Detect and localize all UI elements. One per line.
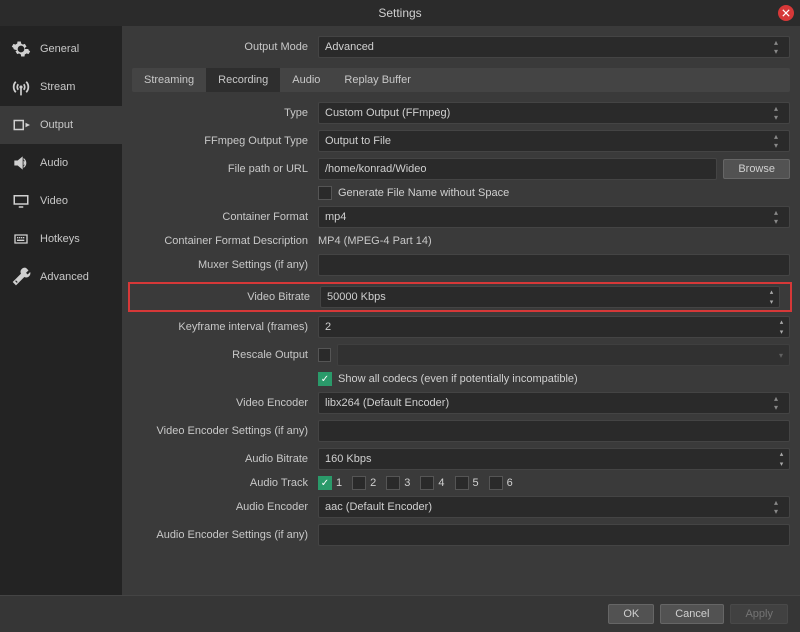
chevron-up-icon[interactable]: ▴ <box>764 287 779 297</box>
video-bitrate-input[interactable] <box>320 286 764 308</box>
track-2-checkbox[interactable] <box>352 476 366 490</box>
audio-bitrate-input[interactable] <box>318 448 774 470</box>
type-select[interactable]: Custom Output (FFmpeg)▴▾ <box>318 102 790 124</box>
sidebar-item-label: Output <box>40 119 73 131</box>
audio-encoder-label: Audio Encoder <box>132 501 318 513</box>
rescale-checkbox[interactable] <box>318 348 331 362</box>
file-path-input[interactable] <box>318 158 717 180</box>
sidebar-item-label: Audio <box>40 157 68 169</box>
apply-button[interactable]: Apply <box>730 604 788 624</box>
window-title: Settings <box>378 6 421 20</box>
muxer-label: Muxer Settings (if any) <box>132 259 318 271</box>
ok-button[interactable]: OK <box>608 604 654 624</box>
rescale-label: Rescale Output <box>132 349 318 361</box>
content-panel: Output Mode Advanced ▴▾ Streaming Record… <box>122 26 800 595</box>
audio-enc-settings-input[interactable] <box>318 524 790 546</box>
audio-enc-settings-label: Audio Encoder Settings (if any) <box>132 529 318 541</box>
tab-recording[interactable]: Recording <box>206 68 280 92</box>
sidebar-item-hotkeys[interactable]: Hotkeys <box>0 220 122 258</box>
output-mode-select[interactable]: Advanced ▴▾ <box>318 36 790 58</box>
output-mode-label: Output Mode <box>132 41 318 53</box>
sidebar-item-label: Stream <box>40 81 75 93</box>
keyframe-spinner[interactable]: ▴▾ <box>774 316 790 338</box>
video-enc-settings-input[interactable] <box>318 420 790 442</box>
audio-bitrate-spinner[interactable]: ▴▾ <box>774 448 790 470</box>
audio-bitrate-label: Audio Bitrate <box>132 453 318 465</box>
keyframe-label: Keyframe interval (frames) <box>132 321 318 333</box>
sidebar-item-audio[interactable]: Audio <box>0 144 122 182</box>
sidebar-item-general[interactable]: General <box>0 30 122 68</box>
chevron-up-icon[interactable]: ▴ <box>769 38 783 47</box>
video-encoder-select[interactable]: libx264 (Default Encoder)▴▾ <box>318 392 790 414</box>
show-codecs-checkbox[interactable] <box>318 372 332 386</box>
gear-icon <box>10 39 32 59</box>
sidebar-item-stream[interactable]: Stream <box>0 68 122 106</box>
tabs: Streaming Recording Audio Replay Buffer <box>132 68 790 92</box>
output-mode-row: Output Mode Advanced ▴▾ <box>122 26 800 64</box>
video-bitrate-row: Video Bitrate ▴▾ <box>128 282 792 312</box>
video-encoder-label: Video Encoder <box>132 397 318 409</box>
sidebar-item-label: Hotkeys <box>40 233 80 245</box>
tab-replay-buffer[interactable]: Replay Buffer <box>332 68 422 92</box>
sidebar-item-advanced[interactable]: Advanced <box>0 258 122 296</box>
track-5-checkbox[interactable] <box>455 476 469 490</box>
track-1-checkbox[interactable] <box>318 476 332 490</box>
type-label: Type <box>132 107 318 119</box>
titlebar: Settings <box>0 0 800 26</box>
ffmpeg-type-select[interactable]: Output to File▴▾ <box>318 130 790 152</box>
close-button[interactable] <box>778 5 794 21</box>
container-desc-value: MP4 (MPEG-4 Part 14) <box>318 234 432 248</box>
sidebar-item-label: General <box>40 43 79 55</box>
track-6-checkbox[interactable] <box>489 476 503 490</box>
keyboard-icon <box>10 229 32 249</box>
container-format-label: Container Format <box>132 211 318 223</box>
close-icon <box>782 9 790 17</box>
footer: OK Cancel Apply <box>0 595 800 632</box>
gen-filename-label: Generate File Name without Space <box>338 187 509 199</box>
video-bitrate-label: Video Bitrate <box>140 291 320 303</box>
antenna-icon <box>10 77 32 97</box>
track-4-checkbox[interactable] <box>420 476 434 490</box>
keyframe-input[interactable] <box>318 316 774 338</box>
tab-audio[interactable]: Audio <box>280 68 332 92</box>
muxer-input[interactable] <box>318 254 790 276</box>
video-enc-settings-label: Video Encoder Settings (if any) <box>132 425 318 437</box>
ffmpeg-type-label: FFmpeg Output Type <box>132 135 318 147</box>
tab-streaming[interactable]: Streaming <box>132 68 206 92</box>
output-icon <box>10 115 32 135</box>
audio-track-label: Audio Track <box>132 477 318 489</box>
sidebar: General Stream Output Audio Video Hotkey… <box>0 26 122 595</box>
browse-button[interactable]: Browse <box>723 159 790 179</box>
sidebar-item-output[interactable]: Output <box>0 106 122 144</box>
audio-encoder-select[interactable]: aac (Default Encoder)▴▾ <box>318 496 790 518</box>
chevron-down-icon[interactable]: ▾ <box>764 297 779 307</box>
container-desc-label: Container Format Description <box>132 235 318 247</box>
track-3-checkbox[interactable] <box>386 476 400 490</box>
sidebar-item-label: Video <box>40 195 68 207</box>
audio-icon <box>10 153 32 173</box>
cancel-button[interactable]: Cancel <box>660 604 724 624</box>
show-codecs-label: Show all codecs (even if potentially inc… <box>338 373 578 385</box>
sidebar-item-label: Advanced <box>40 271 89 283</box>
monitor-icon <box>10 191 32 211</box>
file-path-label: File path or URL <box>132 163 318 175</box>
chevron-down-icon[interactable]: ▾ <box>769 47 783 56</box>
gen-filename-checkbox[interactable] <box>318 186 332 200</box>
tools-icon <box>10 267 32 287</box>
video-bitrate-spinner[interactable]: ▴▾ <box>764 286 780 308</box>
rescale-select[interactable]: ▾ <box>337 344 790 366</box>
sidebar-item-video[interactable]: Video <box>0 182 122 220</box>
container-format-select[interactable]: mp4▴▾ <box>318 206 790 228</box>
